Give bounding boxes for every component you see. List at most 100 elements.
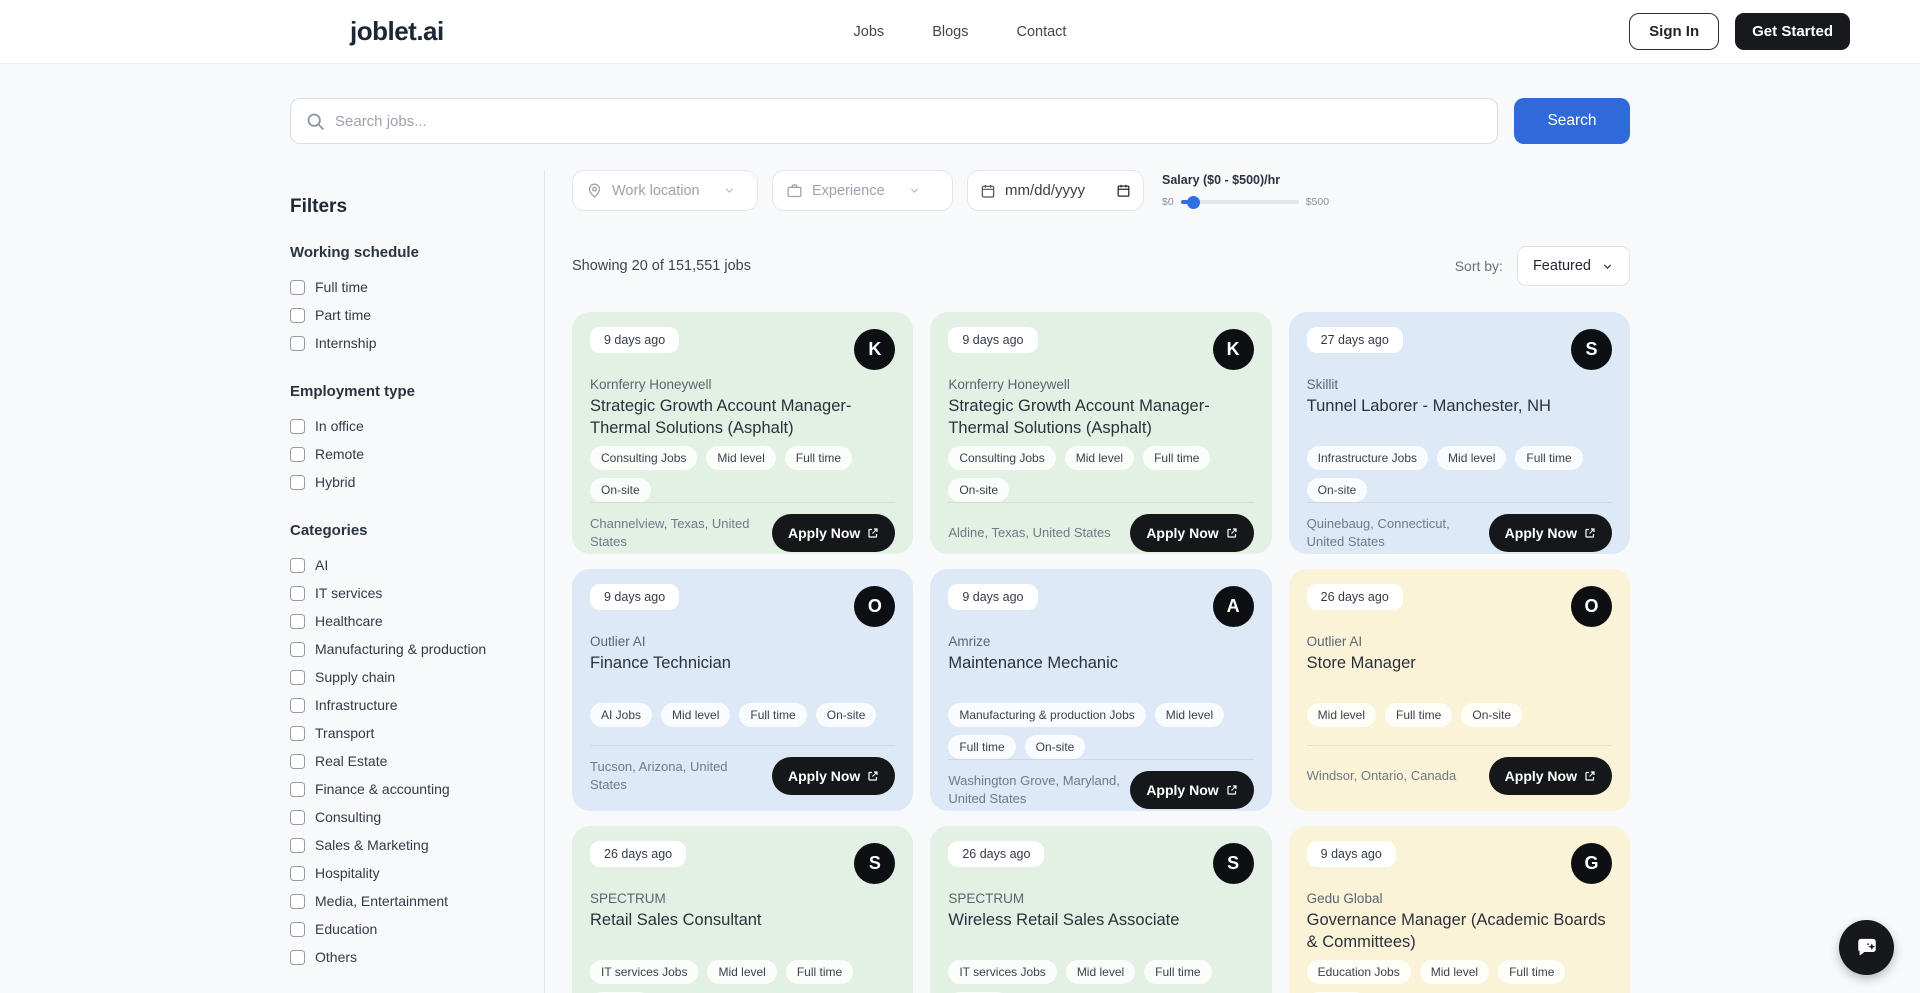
group-working-schedule: Working schedule	[290, 244, 514, 261]
job-card[interactable]: 26 days ago S SPECTRUM Wireless Retail S…	[930, 826, 1271, 993]
search-button[interactable]: Search	[1514, 98, 1630, 144]
checkbox-manufacturing[interactable]	[290, 642, 305, 657]
checkbox-hospitality[interactable]	[290, 866, 305, 881]
header-actions: Sign In Get Started	[1629, 13, 1850, 50]
checkbox-sales-marketing[interactable]	[290, 838, 305, 853]
job-card[interactable]: 26 days ago S SPECTRUM Retail Sales Cons…	[572, 826, 913, 993]
job-card[interactable]: 9 days ago K Kornferry Honeywell Strateg…	[572, 312, 913, 554]
group-employment-type: Employment type	[290, 383, 514, 400]
get-started-button[interactable]: Get Started	[1735, 13, 1850, 50]
checkbox-consulting[interactable]	[290, 810, 305, 825]
company-avatar: O	[1571, 586, 1612, 627]
apply-now-button[interactable]: Apply Now	[1130, 514, 1253, 552]
sort-select[interactable]: Featured	[1517, 246, 1630, 286]
sign-in-button[interactable]: Sign In	[1629, 13, 1719, 50]
company-avatar: A	[1213, 586, 1254, 627]
job-card[interactable]: 27 days ago S Skillit Tunnel Laborer - M…	[1289, 312, 1630, 554]
nav-contact[interactable]: Contact	[1016, 24, 1066, 40]
filter-healthcare[interactable]: Healthcare	[290, 607, 514, 635]
external-link-icon	[867, 770, 879, 782]
checkbox-it-services[interactable]	[290, 586, 305, 601]
sort-by-label: Sort by:	[1455, 258, 1503, 274]
checkbox-in-office[interactable]	[290, 419, 305, 434]
checkbox-infrastructure[interactable]	[290, 698, 305, 713]
experience-select[interactable]: Experience	[772, 170, 953, 211]
filter-others[interactable]: Others	[290, 943, 514, 971]
search-input[interactable]	[291, 99, 1497, 143]
checkbox-media-entertainment[interactable]	[290, 894, 305, 909]
filter-sales-marketing[interactable]: Sales & Marketing	[290, 831, 514, 859]
calendar-picker-icon[interactable]	[1116, 183, 1131, 198]
jobs-grid: 9 days ago K Kornferry Honeywell Strateg…	[572, 312, 1630, 993]
filter-manufacturing[interactable]: Manufacturing & production	[290, 635, 514, 663]
filter-transport[interactable]: Transport	[290, 719, 514, 747]
filter-finance-accounting[interactable]: Finance & accounting	[290, 775, 514, 803]
filter-education[interactable]: Education	[290, 915, 514, 943]
job-tags: Consulting Jobs Mid level Full time On-s…	[948, 446, 1253, 502]
apply-now-button[interactable]: Apply Now	[1130, 771, 1253, 809]
checkbox-remote[interactable]	[290, 447, 305, 462]
logo[interactable]: joblet.ai	[350, 16, 444, 47]
checkbox-full-time[interactable]	[290, 280, 305, 295]
job-card[interactable]: 9 days ago O Outlier AI Finance Technici…	[572, 569, 913, 811]
filter-in-office[interactable]: In office	[290, 412, 514, 440]
salary-slider-track[interactable]	[1181, 200, 1299, 204]
nav-jobs[interactable]: Jobs	[854, 24, 885, 40]
checkbox-part-time[interactable]	[290, 308, 305, 323]
chat-widget-button[interactable]	[1839, 920, 1894, 975]
checkbox-finance-accounting[interactable]	[290, 782, 305, 797]
tag: Consulting Jobs	[590, 446, 697, 470]
posted-badge: 26 days ago	[948, 841, 1044, 867]
filter-supply-chain[interactable]: Supply chain	[290, 663, 514, 691]
filter-it-services[interactable]: IT services	[290, 579, 514, 607]
salary-slider-thumb[interactable]	[1187, 196, 1200, 209]
posted-badge: 26 days ago	[1307, 584, 1403, 610]
date-picker[interactable]: mm/dd/yyyy	[967, 170, 1144, 211]
posted-badge: 26 days ago	[590, 841, 686, 867]
external-link-icon	[867, 527, 879, 539]
job-tags: IT services Jobs Mid level Full time On-…	[590, 960, 895, 993]
checkbox-ai[interactable]	[290, 558, 305, 573]
filter-consulting[interactable]: Consulting	[290, 803, 514, 831]
tag: Full time	[1498, 960, 1565, 984]
posted-badge: 27 days ago	[1307, 327, 1403, 353]
checkbox-internship[interactable]	[290, 336, 305, 351]
tag: Mid level	[1065, 446, 1134, 470]
apply-now-button[interactable]: Apply Now	[1489, 757, 1612, 795]
job-title: Strategic Growth Account Manager-Thermal…	[590, 395, 895, 442]
filter-ai[interactable]: AI	[290, 551, 514, 579]
apply-now-button[interactable]: Apply Now	[772, 757, 895, 795]
filter-part-time[interactable]: Part time	[290, 301, 514, 329]
tag: Mid level	[661, 703, 730, 727]
posted-badge: 9 days ago	[590, 584, 679, 610]
company-name: Kornferry Honeywell	[948, 377, 1253, 392]
checkbox-hybrid[interactable]	[290, 475, 305, 490]
tag: Mid level	[1420, 960, 1489, 984]
checkbox-transport[interactable]	[290, 726, 305, 741]
checkbox-education[interactable]	[290, 922, 305, 937]
filter-hospitality[interactable]: Hospitality	[290, 859, 514, 887]
nav-blogs[interactable]: Blogs	[932, 24, 968, 40]
filter-real-estate[interactable]: Real Estate	[290, 747, 514, 775]
checkbox-real-estate[interactable]	[290, 754, 305, 769]
filter-infrastructure[interactable]: Infrastructure	[290, 691, 514, 719]
job-card[interactable]: 9 days ago G Gedu Global Governance Mana…	[1289, 826, 1630, 993]
checkbox-others[interactable]	[290, 950, 305, 965]
apply-now-button[interactable]: Apply Now	[1489, 514, 1612, 552]
job-card[interactable]: 26 days ago O Outlier AI Store Manager M…	[1289, 569, 1630, 811]
calendar-icon	[980, 183, 996, 199]
filter-full-time[interactable]: Full time	[290, 273, 514, 301]
filter-internship[interactable]: Internship	[290, 329, 514, 357]
tag: Full time	[1515, 446, 1582, 470]
filter-media-entertainment[interactable]: Media, Entertainment	[290, 887, 514, 915]
checkbox-supply-chain[interactable]	[290, 670, 305, 685]
job-card[interactable]: 9 days ago A Amrize Maintenance Mechanic…	[930, 569, 1271, 811]
job-card[interactable]: 9 days ago K Kornferry Honeywell Strateg…	[930, 312, 1271, 554]
filter-remote[interactable]: Remote	[290, 440, 514, 468]
tag: Full time	[786, 960, 853, 984]
apply-now-button[interactable]: Apply Now	[772, 514, 895, 552]
company-name: Kornferry Honeywell	[590, 377, 895, 392]
work-location-select[interactable]: Work location	[572, 170, 758, 211]
checkbox-healthcare[interactable]	[290, 614, 305, 629]
filter-hybrid[interactable]: Hybrid	[290, 468, 514, 496]
